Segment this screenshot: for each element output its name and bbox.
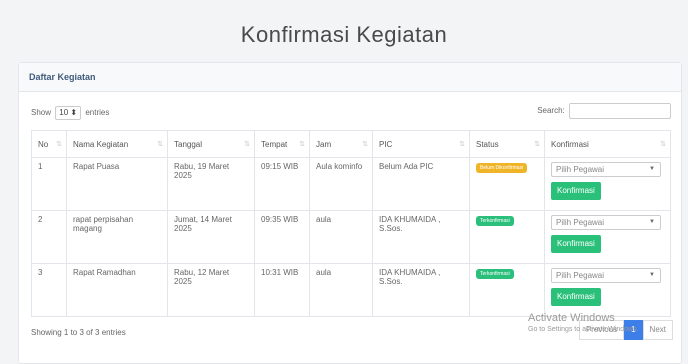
cell-status: Terkonfirmasi (469, 263, 545, 317)
kegiatan-table: No ⇅ Nama Kegiatan ⇅ Tanggal ⇅ Tempat ⇅ Jam ⇅… (31, 130, 671, 317)
cell-pic: Belum Ada PIC (372, 157, 470, 211)
table-controls: Show 10 ⬍ entries Search: (31, 103, 671, 121)
sort-icon: ⇅ (244, 141, 250, 148)
sort-arrows-icon: ⬍ (70, 108, 78, 117)
status-badge: Terkonfirmasi (476, 269, 514, 279)
col-nama[interactable]: Nama Kegiatan ⇅ (66, 130, 168, 158)
cell-nama: rapat perpisahan magang (66, 210, 168, 264)
table-info: Showing 1 to 3 of 3 entries (31, 328, 126, 337)
watermark-title: Activate Windows (528, 312, 615, 324)
col-jam[interactable]: Jam ⇅ (309, 130, 373, 158)
sort-icon: ⇅ (459, 141, 465, 148)
search-input[interactable] (569, 103, 671, 119)
next-button[interactable]: Next (642, 320, 673, 340)
cell-tanggal: Rabu, 19 Maret 2025 (167, 157, 255, 211)
table-row: 1 Rapat Puasa Rabu, 19 Maret 2025 09:15 … (31, 157, 671, 211)
watermark-subtitle: Go to Settings to activate Windows. (528, 326, 639, 333)
cell-tempat: 10:31 WIB (254, 263, 310, 317)
cell-tempat: 09:35 WIB (254, 210, 310, 264)
col-konfirmasi[interactable]: Konfirmasi ⇅ (544, 130, 671, 158)
table-header-row: No ⇅ Nama Kegiatan ⇅ Tanggal ⇅ Tempat ⇅ Jam ⇅… (31, 130, 671, 158)
cell-pic: IDA KHUMAIDA , S.Sos. (372, 263, 470, 317)
cell-tanggal: Jumat, 14 Maret 2025 (167, 210, 255, 264)
konfirmasi-button[interactable]: Konfirmasi (551, 182, 601, 200)
caret-down-icon: ▼ (649, 166, 655, 172)
pegawai-select-value: Pilih Pegawai (556, 218, 605, 227)
sort-icon: ⇅ (56, 141, 62, 148)
cell-no: 1 (31, 157, 67, 211)
col-tempat[interactable]: Tempat ⇅ (254, 130, 310, 158)
show-label: Show (31, 108, 52, 118)
cell-jam: aula (309, 263, 373, 317)
cell-jam: aula (309, 210, 373, 264)
sort-icon: ⇅ (157, 141, 163, 148)
card-header: Daftar Kegiatan (19, 63, 681, 92)
sort-icon: ⇅ (660, 141, 666, 148)
cell-pic: IDA KHUMAIDA , S.Sos. (372, 210, 470, 264)
table-row: 2 rapat perpisahan magang Jumat, 14 Mare… (31, 210, 671, 264)
konfirmasi-button[interactable]: Konfirmasi (551, 235, 601, 253)
pegawai-select[interactable]: Pilih Pegawai ▼ (551, 268, 661, 283)
sort-icon: ⇅ (362, 141, 368, 148)
entries-label: entries (85, 108, 110, 118)
cell-tempat: 09:15 WIB (254, 157, 310, 211)
konfirmasi-button[interactable]: Konfirmasi (551, 288, 601, 306)
windows-activation-watermark: Activate Windows Go to Settings to activ… (528, 312, 639, 336)
cell-no: 2 (31, 210, 67, 264)
cell-nama: Rapat Ramadhan (66, 263, 168, 317)
caret-down-icon: ▼ (649, 272, 655, 278)
col-pic[interactable]: PIC ⇅ (372, 130, 470, 158)
page-title: Konfirmasi Kegiatan (240, 22, 448, 47)
pegawai-select-value: Pilih Pegawai (556, 271, 605, 280)
search-label: Search: (537, 106, 565, 116)
cell-status: Terkonfirmasi (469, 210, 545, 264)
cell-status: Belum Dikonfirmasi (469, 157, 545, 211)
entries-length: Show 10 ⬍ entries (31, 106, 109, 120)
pegawai-select[interactable]: Pilih Pegawai ▼ (551, 162, 661, 177)
entries-value: 10 (59, 108, 69, 117)
status-badge: Belum Dikonfirmasi (476, 163, 528, 173)
caret-down-icon: ▼ (649, 219, 655, 225)
cell-jam: Aula kominfo (309, 157, 373, 211)
pegawai-select-value: Pilih Pegawai (556, 165, 605, 174)
search-area: Search: (537, 103, 671, 119)
sort-icon: ⇅ (534, 141, 540, 148)
entries-select[interactable]: 10 ⬍ (55, 106, 82, 120)
cell-konfirmasi: Pilih Pegawai ▼ Konfirmasi (544, 210, 671, 264)
cell-no: 3 (31, 263, 67, 317)
table-row: 3 Rapat Ramadhan Rabu, 12 Maret 2025 10:… (31, 263, 671, 317)
col-no[interactable]: No ⇅ (31, 130, 67, 158)
cell-nama: Rapat Puasa (66, 157, 168, 211)
col-status[interactable]: Status ⇅ (469, 130, 545, 158)
cell-tanggal: Rabu, 12 Maret 2025 (167, 263, 255, 317)
cell-konfirmasi: Pilih Pegawai ▼ Konfirmasi (544, 157, 671, 211)
status-badge: Terkonfirmasi (476, 216, 514, 226)
pegawai-select[interactable]: Pilih Pegawai ▼ (551, 215, 661, 230)
cell-konfirmasi: Pilih Pegawai ▼ Konfirmasi (544, 263, 671, 317)
col-tanggal[interactable]: Tanggal ⇅ (167, 130, 255, 158)
sort-icon: ⇅ (299, 141, 305, 148)
